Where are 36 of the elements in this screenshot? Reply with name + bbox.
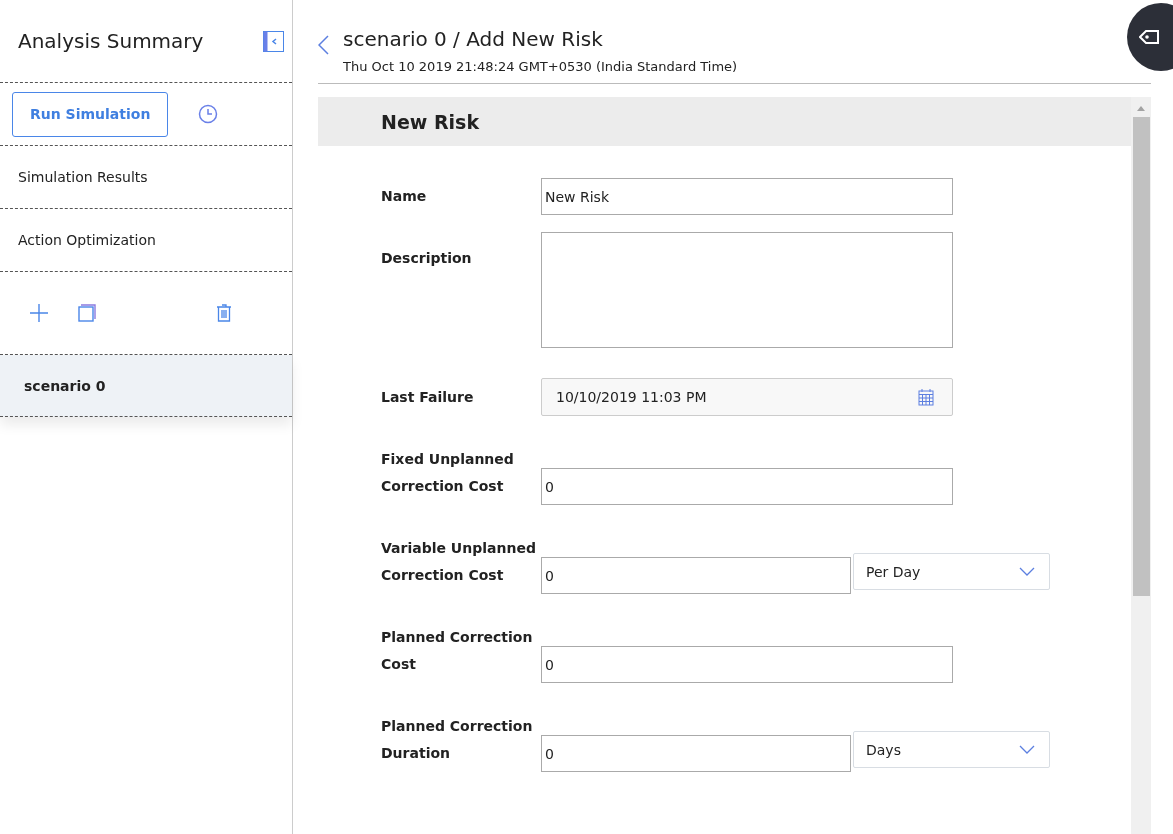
- sidebar-title: Analysis Summary: [18, 29, 204, 53]
- description-field[interactable]: [541, 232, 953, 348]
- trash-icon[interactable]: [216, 304, 232, 322]
- back-icon[interactable]: [318, 35, 329, 55]
- chevron-down-icon: [1019, 567, 1035, 576]
- scenario-item[interactable]: scenario 0: [0, 355, 292, 417]
- tag-icon: [1139, 30, 1159, 44]
- chevron-down-icon: [1019, 745, 1035, 754]
- scrollbar-drawing[interactable]: [1131, 97, 1151, 834]
- plus-icon[interactable]: [30, 304, 48, 322]
- field-label: Planned Correction Cost: [381, 628, 534, 674]
- text-field[interactable]: 0: [541, 646, 953, 683]
- copy-icon[interactable]: [78, 304, 96, 322]
- run-simulation-button[interactable]: Run Simulation: [12, 91, 169, 137]
- date-field[interactable]: 10/10/2019 11:03 PM: [541, 378, 953, 416]
- text-field[interactable]: 0: [541, 735, 851, 772]
- field-label: Description: [381, 249, 473, 268]
- dropdown-value: Per Day: [866, 563, 921, 580]
- unit-dropdown[interactable]: Per Day: [853, 553, 1050, 590]
- field-label: Variable Unplanned Correction Cost: [381, 539, 537, 585]
- field-label: Fixed Unplanned Correction Cost: [381, 450, 515, 496]
- field-label: Last Failure: [381, 388, 475, 407]
- unit-dropdown[interactable]: Days: [853, 731, 1050, 768]
- text-field[interactable]: 0: [541, 557, 851, 594]
- calendar-icon[interactable]: [918, 388, 934, 406]
- page-title: scenario 0 / Add New Risk: [343, 27, 604, 51]
- dropdown-value: Days: [866, 741, 901, 758]
- text-field[interactable]: 0: [541, 468, 953, 505]
- clock-icon[interactable]: [198, 104, 219, 124]
- text-field[interactable]: New Risk: [541, 178, 953, 215]
- field-label: Planned Correction Duration: [381, 717, 534, 763]
- form-title: New Risk: [318, 97, 1131, 146]
- field-label: Name: [381, 187, 428, 206]
- page-timestamp: Thu Oct 10 2019 21:48:24 GMT+0530 (India Standard Time): [343, 59, 739, 74]
- collapse-panel-icon[interactable]: [263, 30, 284, 52]
- date-value: 10/10/2019 11:03 PM: [556, 389, 707, 405]
